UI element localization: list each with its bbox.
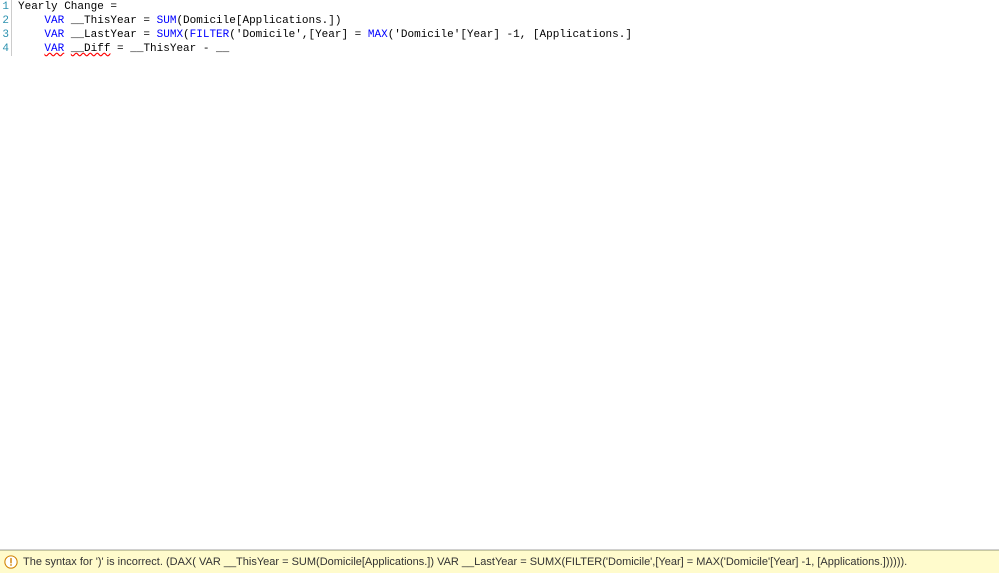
line-number: 2 — [0, 14, 11, 28]
indent — [18, 15, 44, 27]
code-line-1[interactable]: 1 Yearly Change = — [0, 0, 999, 14]
function-filter: FILTER — [190, 29, 230, 41]
warning-icon — [4, 555, 18, 569]
line-number: 3 — [0, 28, 11, 42]
line-number: 4 — [0, 42, 11, 56]
paren: ( — [183, 29, 190, 41]
code-content[interactable]: VAR __LastYear = SUMX(FILTER('Domicile',… — [18, 28, 999, 42]
space — [64, 43, 71, 55]
keyword-var: VAR — [44, 15, 64, 27]
var-name: __LastYear = — [64, 29, 156, 41]
code-content[interactable]: Yearly Change = — [18, 0, 999, 14]
code-line-3[interactable]: 3 VAR __LastYear = SUMX(FILTER('Domicile… — [0, 28, 999, 42]
indent — [18, 43, 44, 55]
indent — [18, 29, 44, 41]
gutter-border — [11, 28, 12, 42]
expression: = __ThisYear - __ — [110, 43, 229, 55]
keyword-var: VAR — [44, 29, 64, 41]
code-text: Yearly Change = — [18, 1, 117, 13]
function-max: MAX — [368, 29, 388, 41]
code-content[interactable]: VAR __ThisYear = SUM(Domicile[Applicatio… — [18, 14, 999, 28]
args: ('Domicile',[Year] = — [229, 29, 368, 41]
var-name-error: __Diff — [71, 43, 111, 55]
function-sumx: SUMX — [157, 29, 183, 41]
code-content[interactable]: VAR __Diff = __ThisYear - __ — [18, 42, 999, 56]
var-name: __ThisYear = — [64, 15, 156, 27]
args: (Domicile[Applications.]) — [176, 15, 341, 27]
line-number: 1 — [0, 0, 11, 14]
gutter-border — [11, 14, 12, 28]
args: ('Domicile'[Year] -1, [Applications.] — [388, 29, 632, 41]
gutter-border — [11, 42, 12, 56]
error-status-bar: The syntax for ')' is incorrect. (DAX( V… — [0, 550, 999, 573]
gutter-border — [11, 0, 12, 14]
error-message: The syntax for ')' is incorrect. (DAX( V… — [23, 556, 907, 568]
function-sum: SUM — [157, 15, 177, 27]
code-line-4[interactable]: 4 VAR __Diff = __ThisYear - __ — [0, 42, 999, 56]
dax-code-editor[interactable]: 1 Yearly Change = 2 VAR __ThisYear = SUM… — [0, 0, 999, 550]
code-line-2[interactable]: 2 VAR __ThisYear = SUM(Domicile[Applicat… — [0, 14, 999, 28]
keyword-var-error: VAR — [44, 43, 64, 55]
